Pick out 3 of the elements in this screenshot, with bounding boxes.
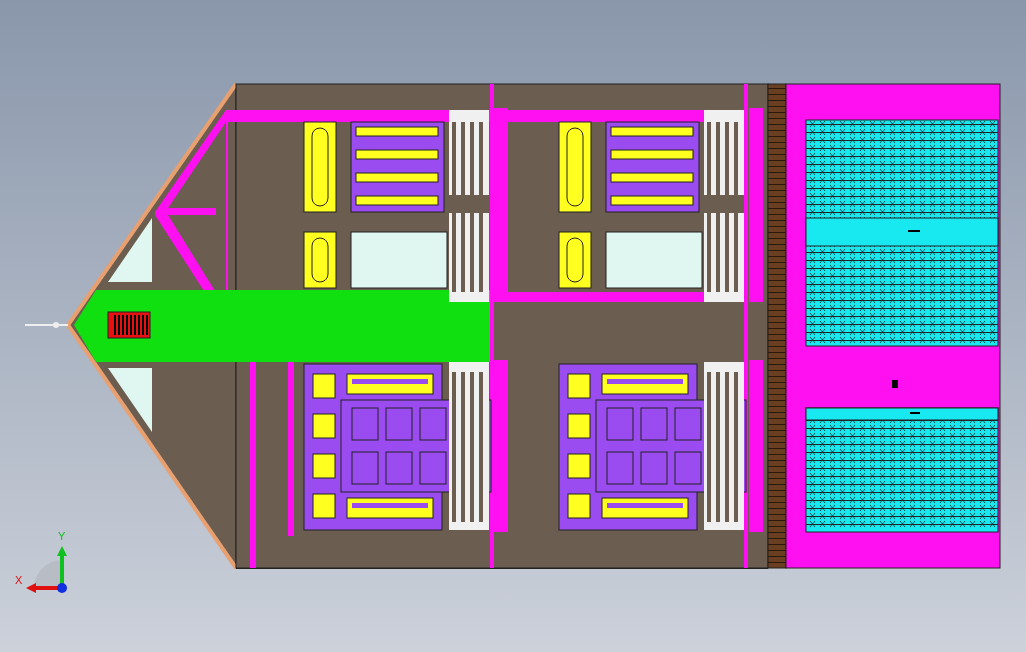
axis-triad-icon bbox=[26, 546, 67, 593]
axis-label: Y bbox=[58, 531, 66, 542]
axis-label: X bbox=[15, 575, 23, 586]
